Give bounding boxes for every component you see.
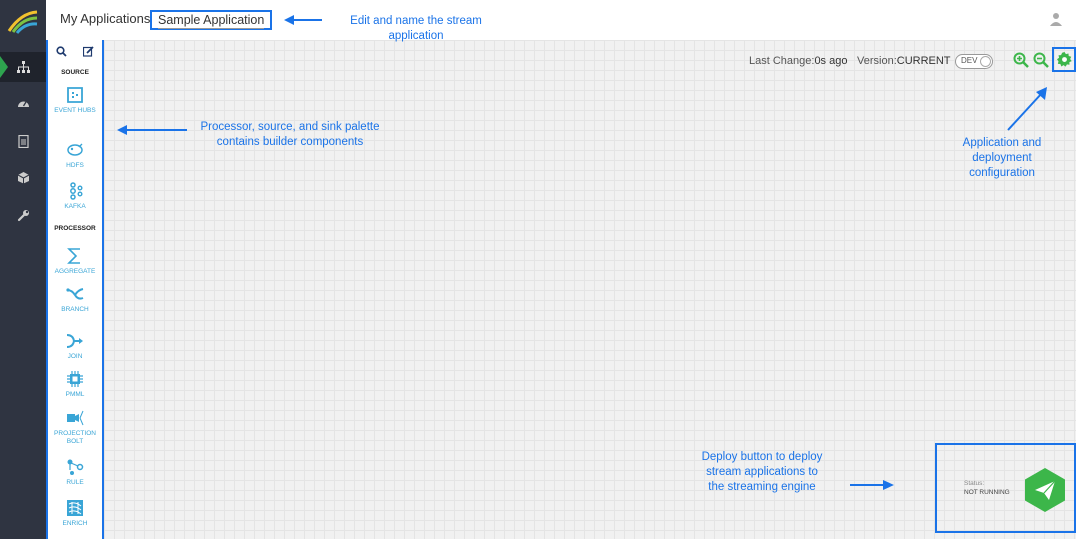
palette-heading-processor: PROCESSOR bbox=[54, 225, 96, 232]
builder-canvas[interactable] bbox=[104, 40, 1076, 539]
arrow-to-app-name bbox=[284, 15, 322, 25]
deploy-button[interactable] bbox=[1023, 467, 1067, 513]
annotation-deploy: Deploy button to deploy stream applicati… bbox=[701, 451, 823, 493]
breadcrumb-my-applications[interactable]: My Applications bbox=[60, 11, 150, 26]
palette-item-label: PROJECTION BOLT bbox=[54, 430, 96, 445]
branch-icon bbox=[66, 288, 84, 300]
dashboard-icon bbox=[17, 101, 29, 107]
version-info: Version:CURRENT bbox=[857, 55, 951, 67]
nav-item-documents[interactable] bbox=[0, 126, 46, 156]
hdfs-icon bbox=[67, 143, 83, 156]
annotation-palette: Processor, source, and sink palette cont… bbox=[200, 121, 380, 148]
last-change-value: 0s ago bbox=[814, 55, 848, 67]
palette-item-label: JOIN bbox=[67, 353, 83, 360]
left-nav bbox=[0, 0, 46, 539]
status-label: Status: bbox=[964, 480, 985, 487]
env-toggle-label: DEV bbox=[961, 56, 978, 65]
user-icon[interactable] bbox=[1050, 12, 1062, 26]
palette-item-join[interactable]: JOIN bbox=[48, 332, 102, 361]
search-icon[interactable] bbox=[56, 45, 67, 57]
wrench-icon bbox=[17, 209, 29, 221]
palette-item-label: ENRICH bbox=[62, 520, 88, 527]
palette-item-label: PMML bbox=[65, 391, 85, 398]
projection-icon bbox=[67, 410, 84, 426]
palette-item-label: AGGREGATE bbox=[54, 268, 96, 275]
palette-item-kafka[interactable]: KAFKA bbox=[48, 182, 102, 211]
toggle-knob bbox=[980, 56, 991, 67]
arrow-to-palette bbox=[117, 125, 187, 135]
palette-item-aggregate[interactable]: AGGREGATE bbox=[48, 247, 102, 276]
palette-item-label: RULE bbox=[66, 479, 84, 486]
palette-item-label: HDFS bbox=[66, 162, 84, 169]
top-header: My Applications Sample Application bbox=[46, 0, 1076, 40]
app-logo[interactable] bbox=[7, 9, 39, 35]
gear-icon bbox=[1057, 52, 1072, 67]
palette-item-label: KAFKA bbox=[64, 203, 86, 210]
rule-icon bbox=[67, 459, 84, 475]
event-hubs-icon bbox=[67, 87, 83, 103]
sigma-icon bbox=[67, 248, 80, 264]
palette-item-label: BRANCH bbox=[61, 306, 89, 313]
palette-item-label: EVENT HUBS bbox=[54, 107, 96, 114]
app-name-field[interactable]: Sample Application bbox=[158, 12, 265, 29]
sitemap-icon bbox=[16, 60, 30, 73]
last-change-label: Last Change: bbox=[749, 55, 815, 67]
enrich-icon bbox=[67, 500, 83, 516]
palette-item-branch[interactable]: BRANCH bbox=[48, 285, 102, 314]
palette-item-projection-bolt[interactable]: PROJECTION BOLT bbox=[48, 409, 102, 446]
palette-item-enrich[interactable]: ENRICH bbox=[48, 499, 102, 528]
document-icon bbox=[17, 134, 29, 148]
join-icon bbox=[66, 334, 83, 348]
palette-item-pmml[interactable]: PMML bbox=[48, 370, 102, 399]
last-change: Last Change:0s ago bbox=[749, 55, 847, 67]
arrow-to-deploy bbox=[850, 480, 894, 490]
nav-item-settings[interactable] bbox=[0, 200, 46, 230]
version-value: CURRENT bbox=[896, 55, 951, 67]
component-palette: SOURCE EVENT HUBS HDFS KAFKA PROCESSOR A… bbox=[46, 40, 104, 539]
palette-tools bbox=[48, 40, 102, 62]
nav-item-dashboard[interactable] bbox=[0, 88, 46, 118]
palette-item-rule[interactable]: RULE bbox=[48, 458, 102, 487]
annotation-config: Application and deployment configuration bbox=[962, 137, 1042, 179]
edit-icon[interactable] bbox=[83, 45, 94, 57]
chip-icon bbox=[67, 371, 83, 387]
palette-heading-source: SOURCE bbox=[61, 69, 89, 76]
env-toggle[interactable]: DEV bbox=[955, 54, 993, 69]
palette-item-hdfs[interactable]: HDFS bbox=[48, 141, 102, 170]
arrow-to-config bbox=[1007, 87, 1047, 131]
nav-item-packages[interactable] bbox=[0, 162, 46, 192]
annotation-name: Edit and name the stream application bbox=[350, 15, 482, 42]
palette-item-event-hubs[interactable]: EVENT HUBS bbox=[48, 86, 102, 115]
zoom-in-icon[interactable] bbox=[1013, 52, 1029, 68]
zoom-out-icon[interactable] bbox=[1033, 52, 1049, 68]
cube-icon bbox=[17, 171, 29, 183]
kafka-icon bbox=[70, 182, 83, 200]
deploy-panel: Status: NOT RUNNING bbox=[935, 443, 1076, 533]
app-name-highlight: Sample Application bbox=[150, 10, 272, 30]
nav-item-applications[interactable] bbox=[0, 52, 46, 82]
version-label: Version: bbox=[857, 55, 897, 67]
config-button[interactable] bbox=[1052, 47, 1076, 72]
status-value: NOT RUNNING bbox=[964, 489, 1010, 496]
